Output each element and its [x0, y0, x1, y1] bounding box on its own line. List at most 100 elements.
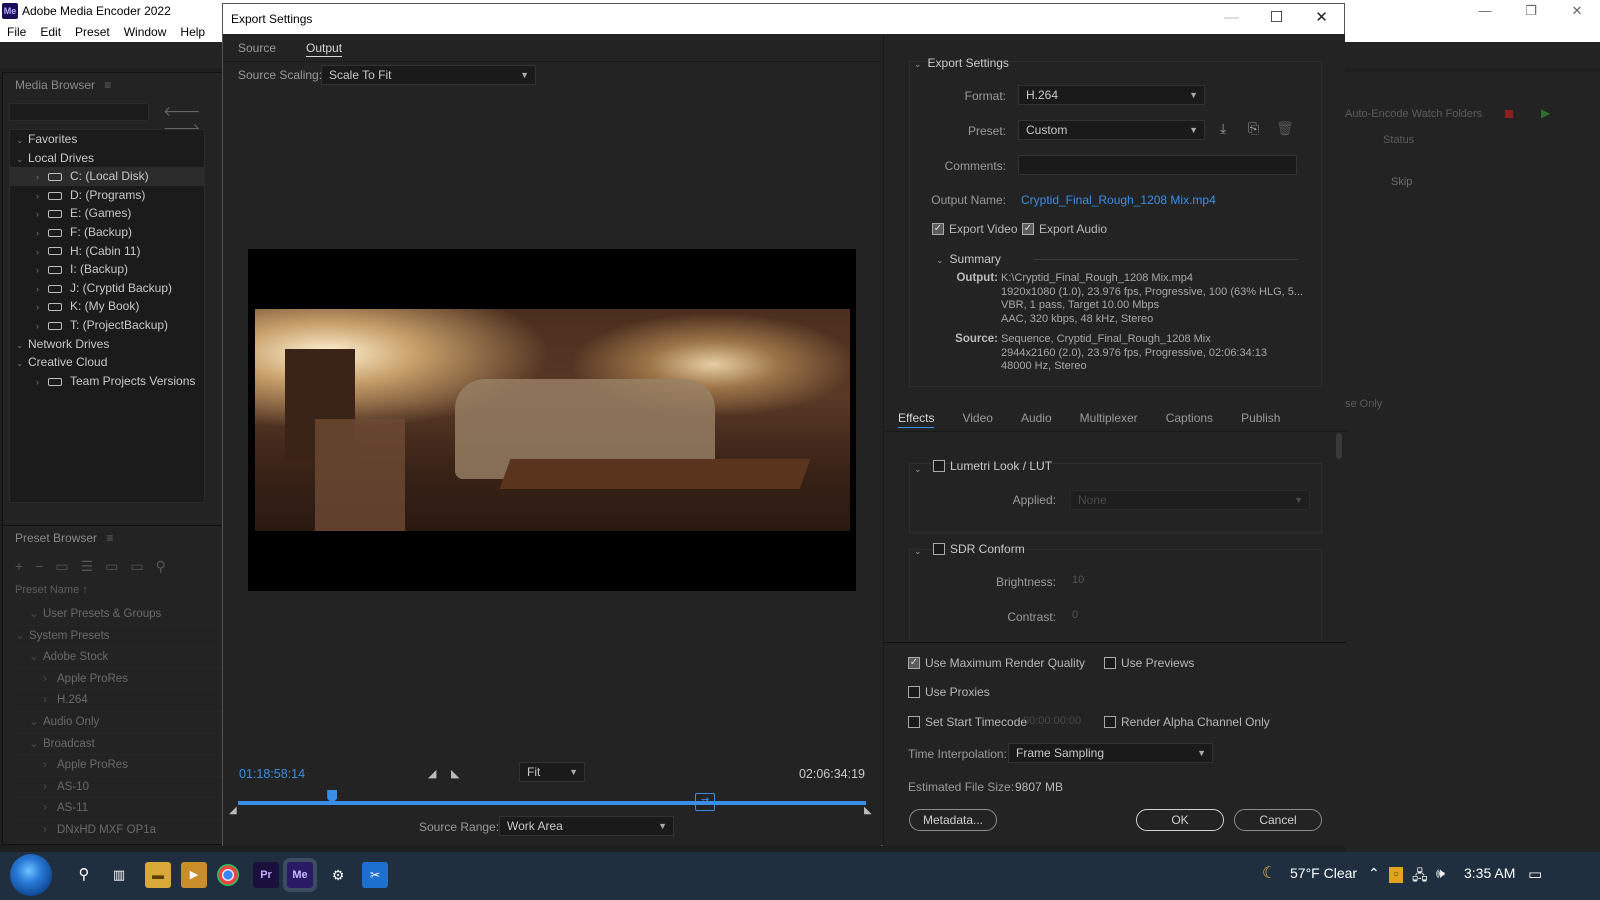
panel-menu-icon[interactable]: ≡ — [104, 78, 111, 92]
file-explorer-icon[interactable]: ▬ — [145, 862, 171, 888]
chevron-right-icon[interactable]: › — [43, 690, 57, 712]
timecode-in[interactable]: 01:18:58:14 — [239, 767, 305, 781]
preset-row[interactable]: › AS-11 — [11, 798, 225, 820]
menu-help[interactable]: Help — [173, 22, 212, 42]
sdr-chevron[interactable]: ⌄ — [914, 543, 928, 557]
preset-name-column[interactable]: Preset Name ↑ — [15, 584, 88, 596]
brightness-value[interactable]: 10 — [1072, 574, 1084, 586]
tree-item[interactable]: › J: (Cryptid Backup) — [10, 279, 204, 298]
tree-item[interactable]: › Team Projects Versions — [10, 372, 204, 391]
cancel-button[interactable]: Cancel — [1234, 809, 1322, 831]
clock-time[interactable]: 3:35 AM — [1464, 865, 1515, 881]
tree-item[interactable]: › E: (Games) — [10, 204, 204, 223]
metadata-button[interactable]: Metadata... — [909, 809, 997, 831]
snipping-tool-icon[interactable]: ✂ — [362, 862, 388, 888]
set-start-timecode-checkbox[interactable]: Set Start Timecode — [908, 715, 1027, 729]
panel-menu-icon[interactable]: ≡ — [106, 531, 113, 545]
tree-item[interactable]: ⌄ Network Drives — [10, 335, 204, 354]
tab-multiplexer[interactable]: Multiplexer — [1066, 404, 1152, 431]
preset-row[interactable]: ⌄ Broadcast — [11, 734, 225, 756]
lumetri-checkbox[interactable]: Lumetri Look / LUT — [933, 459, 1052, 473]
preset-row[interactable]: › Apple ProRes — [11, 669, 225, 691]
media-player-icon[interactable]: ▶ — [181, 862, 207, 888]
chevron-right-icon[interactable]: › — [36, 224, 48, 243]
tree-item[interactable]: › I: (Backup) — [10, 260, 204, 279]
task-view-icon[interactable]: ▥ — [106, 862, 132, 888]
delete-preset-icon[interactable]: 🗑 — [1276, 120, 1294, 137]
applied-dropdown[interactable]: None ▼ — [1070, 490, 1310, 510]
settings-icon[interactable]: ☰ — [81, 558, 106, 574]
zoom-dropdown[interactable]: Fit ▼ — [519, 762, 585, 782]
chevron-down-icon[interactable]: ⌄ — [16, 336, 28, 355]
chevron-right-icon[interactable]: › — [36, 298, 48, 317]
preset-row[interactable]: › Apple ProRes — [11, 755, 225, 777]
chevron-right-icon[interactable]: › — [43, 777, 57, 799]
menu-edit[interactable]: Edit — [33, 22, 68, 42]
search-icon[interactable]: ⚲ — [71, 862, 97, 888]
weather-text[interactable]: 57°F Clear — [1290, 865, 1357, 881]
render-alpha-checkbox[interactable]: Render Alpha Channel Only — [1104, 715, 1270, 729]
tree-item[interactable]: › D: (Programs) — [10, 186, 204, 205]
chevron-right-icon[interactable]: › — [36, 205, 48, 224]
summary-heading[interactable]: ⌄ Summary — [936, 252, 1001, 266]
time-interpolation-dropdown[interactable]: Frame Sampling ▼ — [1008, 743, 1213, 763]
stop-icon[interactable] — [1505, 110, 1513, 118]
preset-row[interactable]: ⌄ User Presets & Groups — [11, 604, 225, 626]
menu-preset[interactable]: Preset — [68, 22, 117, 42]
notifications-icon[interactable]: ▭ — [1528, 865, 1542, 883]
search-icon[interactable]: ⚲ — [156, 558, 178, 574]
tray-app-icon[interactable]: ○ — [1389, 867, 1403, 883]
chevron-right-icon[interactable]: › — [43, 820, 57, 842]
chevron-right-icon[interactable]: ⌄ — [29, 712, 43, 734]
folder-icon[interactable]: ▭ — [55, 558, 80, 574]
output-name-link[interactable]: Cryptid_Final_Rough_1208 Mix.mp4 — [1021, 193, 1216, 207]
add-preset-icon[interactable]: + — [15, 558, 35, 574]
chevron-right-icon[interactable]: › — [43, 669, 57, 691]
network-icon[interactable]: 🖧 — [1412, 865, 1428, 889]
export-icon[interactable]: ▭ — [130, 558, 155, 574]
moon-weather-icon[interactable]: ☾ — [1262, 863, 1276, 883]
tab-effects[interactable]: Effects — [884, 404, 948, 431]
preset-row[interactable]: ⌄ Adobe Stock — [11, 647, 225, 669]
set-in-point-icon[interactable]: ◢ — [428, 767, 436, 780]
chevron-right-icon[interactable]: › — [36, 261, 48, 280]
effects-scrollbar[interactable] — [1336, 433, 1342, 459]
dialog-maximize-icon[interactable]: ☐ — [1254, 4, 1299, 32]
save-preset-icon[interactable]: ⤓ — [1220, 120, 1226, 137]
tree-item[interactable]: › K: (My Book) — [10, 297, 204, 316]
media-encoder-icon[interactable]: Me — [283, 858, 317, 892]
work-area-start-icon[interactable]: ◢ — [229, 805, 237, 816]
remove-preset-icon[interactable]: − — [35, 558, 55, 574]
tab-source[interactable]: Source — [223, 34, 291, 61]
use-previews-checkbox[interactable]: Use Previews — [1104, 656, 1194, 670]
preset-row[interactable]: ⌄ Audio Only — [11, 712, 225, 734]
work-area-end-icon[interactable]: ◣ — [864, 805, 872, 816]
tab-video[interactable]: Video — [948, 404, 1006, 431]
chevron-right-icon[interactable]: ⌄ — [29, 647, 43, 669]
chevron-right-icon[interactable]: ⌄ — [29, 604, 43, 626]
preset-row[interactable]: › DNxHD MXF OP1a — [11, 820, 225, 842]
tab-output[interactable]: Output — [291, 34, 357, 61]
contrast-value[interactable]: 0 — [1072, 609, 1078, 621]
import-preset-icon[interactable]: ⎘ — [1248, 120, 1259, 137]
set-out-point-icon[interactable]: ◣ — [451, 767, 459, 780]
media-browser-path-dropdown[interactable] — [9, 103, 149, 121]
start-button-icon[interactable] — [10, 854, 52, 896]
dialog-minimize-icon[interactable]: — — [1209, 4, 1254, 32]
tree-item[interactable]: ⌄ Local Drives — [10, 149, 204, 168]
app-restore-icon[interactable]: ❐ — [1508, 0, 1554, 22]
chevron-right-icon[interactable]: › — [36, 243, 48, 262]
app-icon[interactable]: ⚙ — [325, 862, 351, 888]
comments-field[interactable] — [1018, 155, 1297, 175]
volume-icon[interactable]: 🕪 — [1436, 865, 1445, 882]
export-audio-checkbox[interactable]: ✓ Export Audio — [1022, 222, 1107, 236]
tab-publish[interactable]: Publish — [1227, 404, 1294, 431]
use-proxies-checkbox[interactable]: Use Proxies — [908, 685, 990, 699]
premiere-pro-icon[interactable]: Pr — [253, 862, 279, 888]
menu-window[interactable]: Window — [117, 22, 174, 42]
app-close-icon[interactable]: ✕ — [1554, 0, 1600, 22]
menu-file[interactable]: File — [0, 22, 33, 42]
sdr-conform-checkbox[interactable]: SDR Conform — [933, 542, 1025, 556]
source-range-dropdown[interactable]: Work Area ▼ — [499, 816, 674, 836]
preset-row[interactable]: ⌄ System Presets — [11, 626, 225, 648]
